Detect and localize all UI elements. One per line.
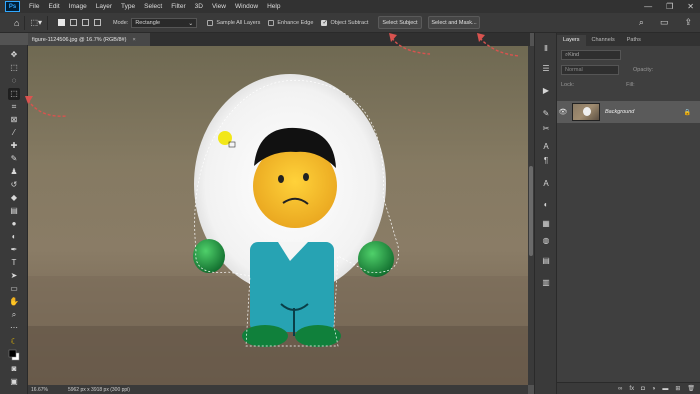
- annotation-arrows: [25, 33, 521, 117]
